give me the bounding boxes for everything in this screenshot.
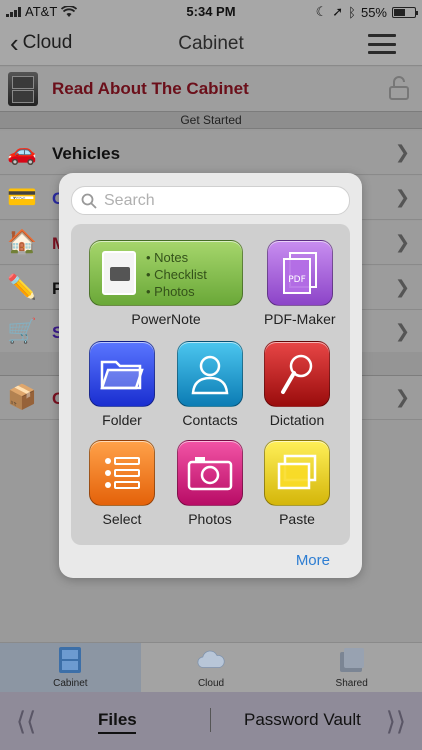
shared-icon [339,648,364,672]
search-field[interactable] [71,186,350,215]
more-button[interactable]: More [296,552,330,569]
cabinet-title: Read About The Cabinet [52,79,249,98]
files-underline [98,732,136,734]
folder-icon [89,341,155,407]
file-cabinet-icon [8,72,38,106]
status-right: ☾ ➚ ᛒ 55% [315,4,418,20]
page-title: Cabinet [178,33,244,54]
app-label: Contacts [182,412,238,428]
dictation-app[interactable]: Dictation [264,341,330,428]
shopping-cart-icon: 🛒 [7,318,37,345]
pencil-icon: ✏️ [7,274,37,301]
tab-shared[interactable]: Shared [281,643,422,692]
paste-app[interactable]: Paste [264,440,330,527]
powernote-app[interactable]: Notes Checklist Photos PowerNote [89,240,243,327]
app-label: Dictation [269,412,325,428]
chevron-right-icon: ❯ [394,387,410,407]
tab-cloud[interactable]: Cloud [141,643,282,692]
tab-label: Cloud [197,678,225,689]
get-started-bar[interactable]: Get Started [0,111,422,129]
status-bar: AT&T 5:34 PM ☾ ➚ ᛒ 55% [0,0,422,22]
location-icon: ➚ [332,4,344,19]
app-label: PDF-Maker [264,311,336,327]
pdf-icon: PDF [266,240,333,306]
bottom-segment-bar: ⟨⟨ Files Password Vault ⟩⟩ [0,692,422,750]
list-item[interactable]: 🚗 Vehicles ❯ [0,131,422,175]
files-segment[interactable]: Files [98,710,137,730]
app-label: PowerNote [131,311,201,327]
chevron-right-icon: ❯ [394,232,410,252]
credit-card-icon: 💳 [7,184,37,211]
powernote-icon: Notes Checklist Photos [89,240,243,306]
chevron-right-icon: ❯ [394,187,410,207]
pdf-maker-app[interactable]: PDF PDF-Maker [264,240,336,327]
tab-bar: Cabinet Cloud Shared [0,642,422,692]
app-label: Select [102,511,142,527]
select-app[interactable]: Select [89,440,155,527]
cloud-icon [197,650,225,668]
folder-app[interactable]: Folder [89,341,155,428]
contacts-app[interactable]: Contacts [177,341,243,428]
car-icon: 🚗 [7,139,37,166]
bluetooth-icon: ᛒ [348,4,356,20]
house-icon: 🏠 [7,229,37,256]
read-about-cabinet-row[interactable]: Read About The Cabinet [0,67,422,111]
paste-icon [264,440,330,506]
chevron-right-icon[interactable]: ⟩⟩ [386,706,406,737]
navigation-bar: ‹ Cloud Cabinet [0,22,422,66]
app-label: Photos [188,511,232,527]
app-label: Folder [102,412,142,428]
chevron-right-icon: ❯ [394,321,410,341]
pdf-tile-text: PDF [288,275,306,285]
password-vault-segment[interactable]: Password Vault [244,710,361,730]
tab-label: Cabinet [53,678,88,689]
notebook-camera-icon [102,251,136,295]
battery-icon [392,6,418,18]
hamburger-menu-icon[interactable] [368,34,396,54]
powernote-line: Photos [146,283,207,300]
powernote-feature-list: Notes Checklist Photos [146,249,207,300]
contacts-icon [177,341,243,407]
app-label: Paste [279,511,315,527]
tab-label: Shared [335,678,368,689]
pdf-pages-icon: PDF [282,252,317,294]
box-icon: 📦 [7,384,37,411]
add-item-popover: Notes Checklist Photos PowerNote PDF PDF… [59,173,362,578]
chevron-right-icon: ❯ [394,142,410,162]
battery-fill [394,8,405,16]
battery-percent: 55% [360,4,387,20]
chevron-left-icon[interactable]: ⟨⟨ [16,706,36,737]
unlock-icon[interactable] [388,75,410,101]
app-grid: Notes Checklist Photos PowerNote PDF PDF… [71,224,350,545]
camera-icon [177,440,243,506]
photos-app[interactable]: Photos [177,440,243,527]
row-label: Vehicles [52,144,121,163]
chevron-right-icon: ❯ [394,277,410,297]
microphone-icon [264,341,330,407]
list-icon [89,440,155,506]
search-input[interactable] [104,190,344,212]
tab-cabinet[interactable]: Cabinet [0,643,141,692]
cabinet-icon [59,647,82,673]
moon-icon: ☾ [315,4,328,19]
powernote-line: Checklist [146,266,207,283]
segment-divider [210,708,211,732]
search-icon [81,193,97,209]
powernote-line: Notes [146,249,207,266]
